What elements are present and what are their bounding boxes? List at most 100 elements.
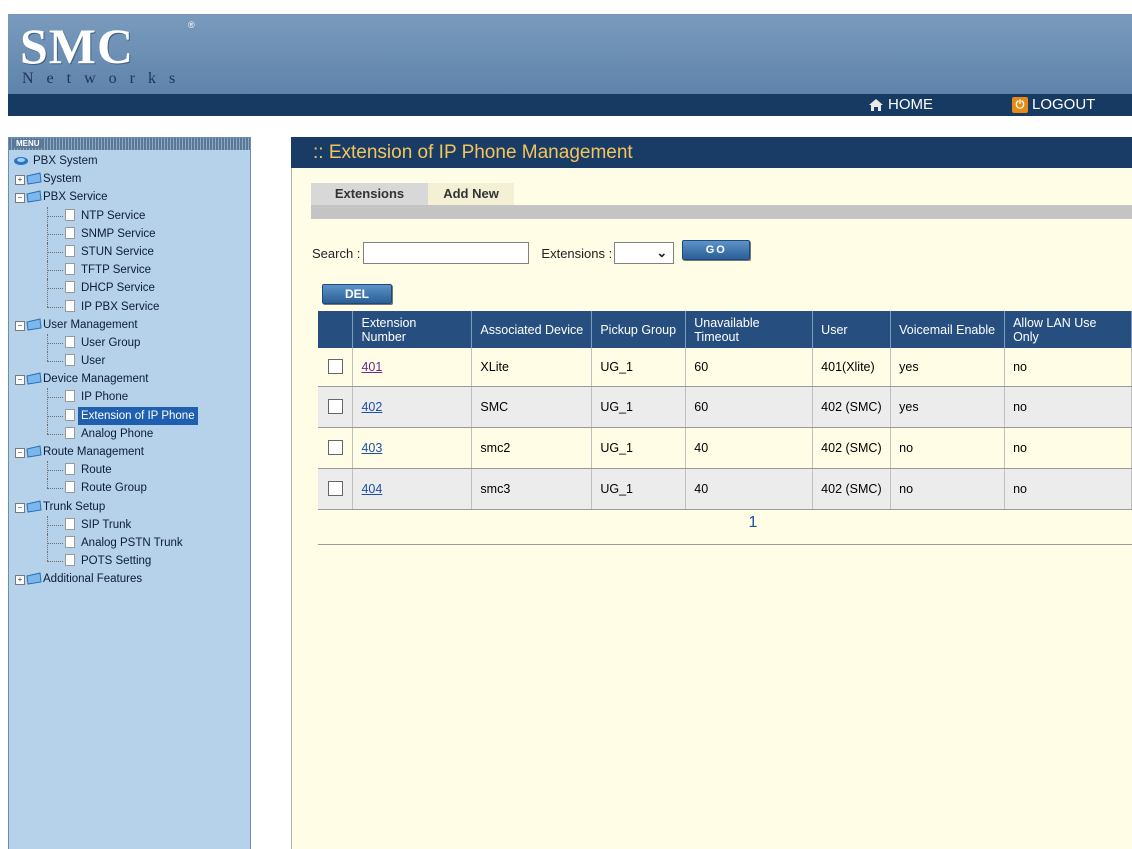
cell: UG_1 <box>591 386 687 428</box>
page-icon <box>65 299 75 312</box>
tree-label: User Group <box>81 336 141 349</box>
extension-link[interactable]: 402 <box>361 400 382 414</box>
delete-button[interactable]: DEL <box>322 284 392 304</box>
tree-label: Device Management <box>43 373 149 386</box>
sidebar-item-ntp-service[interactable]: NTP Service <box>9 206 250 225</box>
menu-label: MENU <box>13 139 43 148</box>
column-header[interactable]: Voicemail Enable <box>890 311 1006 348</box>
page-icon <box>65 535 75 548</box>
sidebar-item-tftp-service[interactable]: TFTP Service <box>9 261 250 280</box>
tab-add-new[interactable]: Add New <box>428 183 514 205</box>
tree-label: Route <box>81 464 112 477</box>
cell: smc2 <box>471 427 593 469</box>
cell: SMC <box>471 386 593 428</box>
collapse-icon[interactable]: − <box>15 448 25 458</box>
cell: no <box>1004 348 1132 387</box>
sidebar-item-stun-service[interactable]: STUN Service <box>9 242 250 261</box>
sidebar-item-route[interactable]: Route <box>9 461 250 480</box>
cell: yes <box>890 348 1006 387</box>
tree-root-pbx-system[interactable]: PBX System <box>9 152 250 170</box>
collapse-icon[interactable]: − <box>15 320 25 331</box>
cell: 401 <box>352 348 473 387</box>
extension-link[interactable]: 403 <box>361 441 382 455</box>
sidebar-item-extension-of-ip-phone[interactable]: Extension of IP Phone <box>9 406 250 425</box>
row-checkbox-cell <box>318 386 354 428</box>
expand-icon[interactable]: + <box>15 575 25 586</box>
tree-label: DHCP Service <box>81 282 155 295</box>
select-column-header <box>318 311 354 348</box>
home-icon <box>868 98 884 112</box>
column-header[interactable]: Unavailable Timeout <box>685 311 814 348</box>
smc-logo: SMC ® Networks <box>20 18 195 88</box>
search-input[interactable] <box>363 242 530 264</box>
cell: 40 <box>685 427 814 469</box>
collapse-icon[interactable]: − <box>15 375 25 386</box>
sidebar-item-ip-pbx-service[interactable]: IP PBX Service <box>9 297 250 316</box>
sidebar-item-additional-features[interactable]: + Additional Features <box>9 570 250 588</box>
sidebar-item-dhcp-service[interactable]: DHCP Service <box>9 279 250 298</box>
menu-header: MENU <box>9 138 250 150</box>
logout-link[interactable]: ⏻ LOGOUT <box>1012 94 1095 116</box>
sidebar-item-system[interactable]: + System <box>9 170 250 188</box>
cell: 403 <box>352 427 473 469</box>
folder-open-icon <box>26 372 42 385</box>
sidebar-item-device-management[interactable]: − Device Management <box>9 370 250 388</box>
folder-open-icon <box>26 190 42 203</box>
row-checkbox[interactable] <box>327 481 343 496</box>
extension-link[interactable]: 404 <box>361 482 382 496</box>
tree-label: User <box>81 355 106 368</box>
extensions-select[interactable]: ⌄ <box>614 242 675 264</box>
sidebar-item-trunk-setup[interactable]: − Trunk Setup <box>9 498 250 516</box>
column-header[interactable]: Associated Device <box>471 311 593 348</box>
cell: 401(Xlite) <box>812 348 892 387</box>
page-icon <box>65 244 75 257</box>
cell: 60 <box>685 386 814 428</box>
sidebar-item-pbx-service[interactable]: − PBX Service <box>9 188 250 206</box>
cell: 60 <box>685 348 814 387</box>
sidebar-item-sip-trunk[interactable]: SIP Trunk <box>9 515 250 534</box>
expand-icon[interactable]: + <box>15 175 25 186</box>
sidebar-item-snmp-service[interactable]: SNMP Service <box>9 224 250 243</box>
tree-label: IP Phone <box>81 391 129 404</box>
page-icon <box>65 554 75 567</box>
tree-label: PBX System <box>33 155 98 167</box>
tree-label: STUN Service <box>81 245 154 258</box>
sidebar-item-route-management[interactable]: − Route Management <box>9 443 250 461</box>
column-header[interactable]: User <box>812 311 892 348</box>
cell: no <box>1004 468 1132 510</box>
tab-extensions[interactable]: Extensions <box>311 183 428 205</box>
sidebar-item-analog-phone[interactable]: Analog Phone <box>9 424 250 443</box>
sidebar-item-user[interactable]: User <box>9 352 250 370</box>
sidebar-item-ip-phone[interactable]: IP Phone <box>9 388 250 407</box>
page-number-link[interactable]: 1 <box>749 514 758 531</box>
logo-registered-mark: ® <box>188 20 195 30</box>
collapse-icon[interactable]: − <box>15 502 25 513</box>
power-icon: ⏻ <box>1012 97 1028 113</box>
collapse-icon[interactable]: − <box>15 193 25 204</box>
go-button[interactable]: GO <box>682 240 751 260</box>
row-checkbox[interactable] <box>327 359 343 375</box>
home-link[interactable]: HOME <box>868 94 933 116</box>
sidebar-item-route-group[interactable]: Route Group <box>9 479 250 497</box>
row-checkbox[interactable] <box>327 399 343 414</box>
network-icon <box>14 157 28 165</box>
cell: 402 (SMC) <box>812 386 892 428</box>
sidebar-item-pots-setting[interactable]: POTS Setting <box>9 552 250 570</box>
folder-open-icon <box>26 318 42 331</box>
sidebar-item-analog-pstn-trunk[interactable]: Analog PSTN Trunk <box>9 533 250 552</box>
table-row: 404 smc3 UG_1 40 402 (SMC) no no <box>318 468 1132 510</box>
column-header[interactable]: Pickup Group <box>591 311 687 348</box>
column-header[interactable]: Allow LAN Use Only <box>1004 311 1132 348</box>
sidebar-item-user-group[interactable]: User Group <box>9 333 250 352</box>
row-checkbox[interactable] <box>327 440 343 455</box>
row-checkbox-cell <box>318 348 354 387</box>
logo-subtext: Networks <box>22 70 189 87</box>
tree-label: SIP Trunk <box>81 518 132 531</box>
page-title: :: Extension of IP Phone Management <box>291 137 1132 168</box>
extension-link[interactable]: 401 <box>361 360 382 374</box>
header-banner: SMC ® Networks <box>8 14 1132 94</box>
cell: UG_1 <box>591 348 687 387</box>
column-header[interactable]: Extension Number <box>352 311 473 348</box>
sidebar-item-user-management[interactable]: − User Management <box>9 316 250 334</box>
folder-icon <box>26 172 42 185</box>
